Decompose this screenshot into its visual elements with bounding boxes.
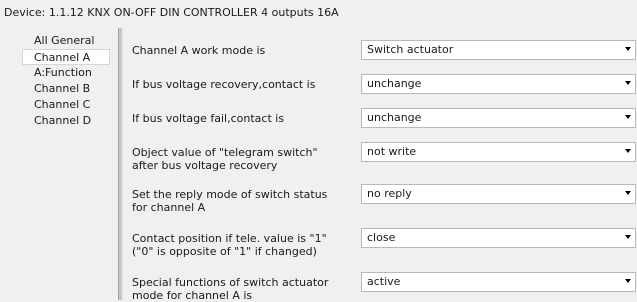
select-value: unchange — [367, 111, 422, 124]
panel-divider[interactable] — [118, 28, 123, 300]
param-label: Contact position if tele. value is "1" (… — [132, 232, 352, 258]
chevron-down-icon — [625, 149, 631, 153]
select-value: active — [367, 275, 401, 288]
param-label: Object value of "telegram switch" after … — [132, 146, 352, 172]
select-value: no reply — [367, 187, 412, 200]
nav-item-channel-b[interactable]: Channel B — [22, 81, 116, 97]
select-value: unchange — [367, 77, 422, 90]
param-label-line: mode for channel A is — [132, 289, 253, 302]
select-value: close — [367, 231, 396, 244]
param-label-line: If bus voltage fail,contact is — [132, 112, 285, 125]
chevron-down-icon — [625, 191, 631, 195]
param-label-line: Contact position if tele. value is "1" — [132, 232, 327, 245]
nav-item-a-function[interactable]: A:Function — [22, 65, 116, 81]
bus-recovery-select[interactable]: unchange — [361, 74, 636, 94]
param-label-line: If bus voltage recovery,contact is — [132, 78, 316, 91]
param-label: If bus voltage fail,contact is — [132, 112, 352, 125]
nav-item-channel-c[interactable]: Channel C — [22, 97, 116, 113]
param-label-line: Object value of "telegram switch" — [132, 146, 318, 159]
telegram-switch-select[interactable]: not write — [361, 142, 636, 162]
select-value: not write — [367, 145, 417, 158]
nav-item-all-general[interactable]: All General — [22, 33, 116, 49]
reply-mode-select[interactable]: no reply — [361, 184, 636, 204]
param-label: Channel A work mode is — [132, 44, 352, 57]
chevron-down-icon — [625, 81, 631, 85]
param-label: If bus voltage recovery,contact is — [132, 78, 352, 91]
nav-item-channel-a[interactable]: Channel A — [22, 49, 110, 65]
contact-position-select[interactable]: close — [361, 228, 636, 248]
special-functions-select[interactable]: active — [361, 272, 636, 292]
param-label-line: ("0" is opposite of "1" if changed) — [132, 245, 317, 258]
parameter-navigation: All General Channel A A:Function Channel… — [22, 33, 116, 129]
chevron-down-icon — [625, 235, 631, 239]
param-label: Set the reply mode of switch status for … — [132, 188, 352, 214]
chevron-down-icon — [625, 115, 631, 119]
device-title: Device: 1.1.12 KNX ON-OFF DIN CONTROLLER… — [4, 6, 339, 19]
param-label-line: for channel A — [132, 201, 206, 214]
param-label-line: Channel A work mode is — [132, 44, 266, 57]
param-label: Special functions of switch actuator mod… — [132, 276, 352, 302]
select-value: Switch actuator — [367, 43, 454, 56]
bus-fail-select[interactable]: unchange — [361, 108, 636, 128]
param-label-line: Set the reply mode of switch status — [132, 188, 328, 201]
chevron-down-icon — [625, 279, 631, 283]
param-label-line: after bus voltage recovery — [132, 159, 278, 172]
parameter-panel: Channel A work mode is Switch actuator I… — [124, 28, 637, 302]
nav-item-channel-d[interactable]: Channel D — [22, 113, 116, 129]
work-mode-select[interactable]: Switch actuator — [361, 40, 636, 60]
chevron-down-icon — [625, 47, 631, 51]
param-label-line: Special functions of switch actuator — [132, 276, 329, 289]
